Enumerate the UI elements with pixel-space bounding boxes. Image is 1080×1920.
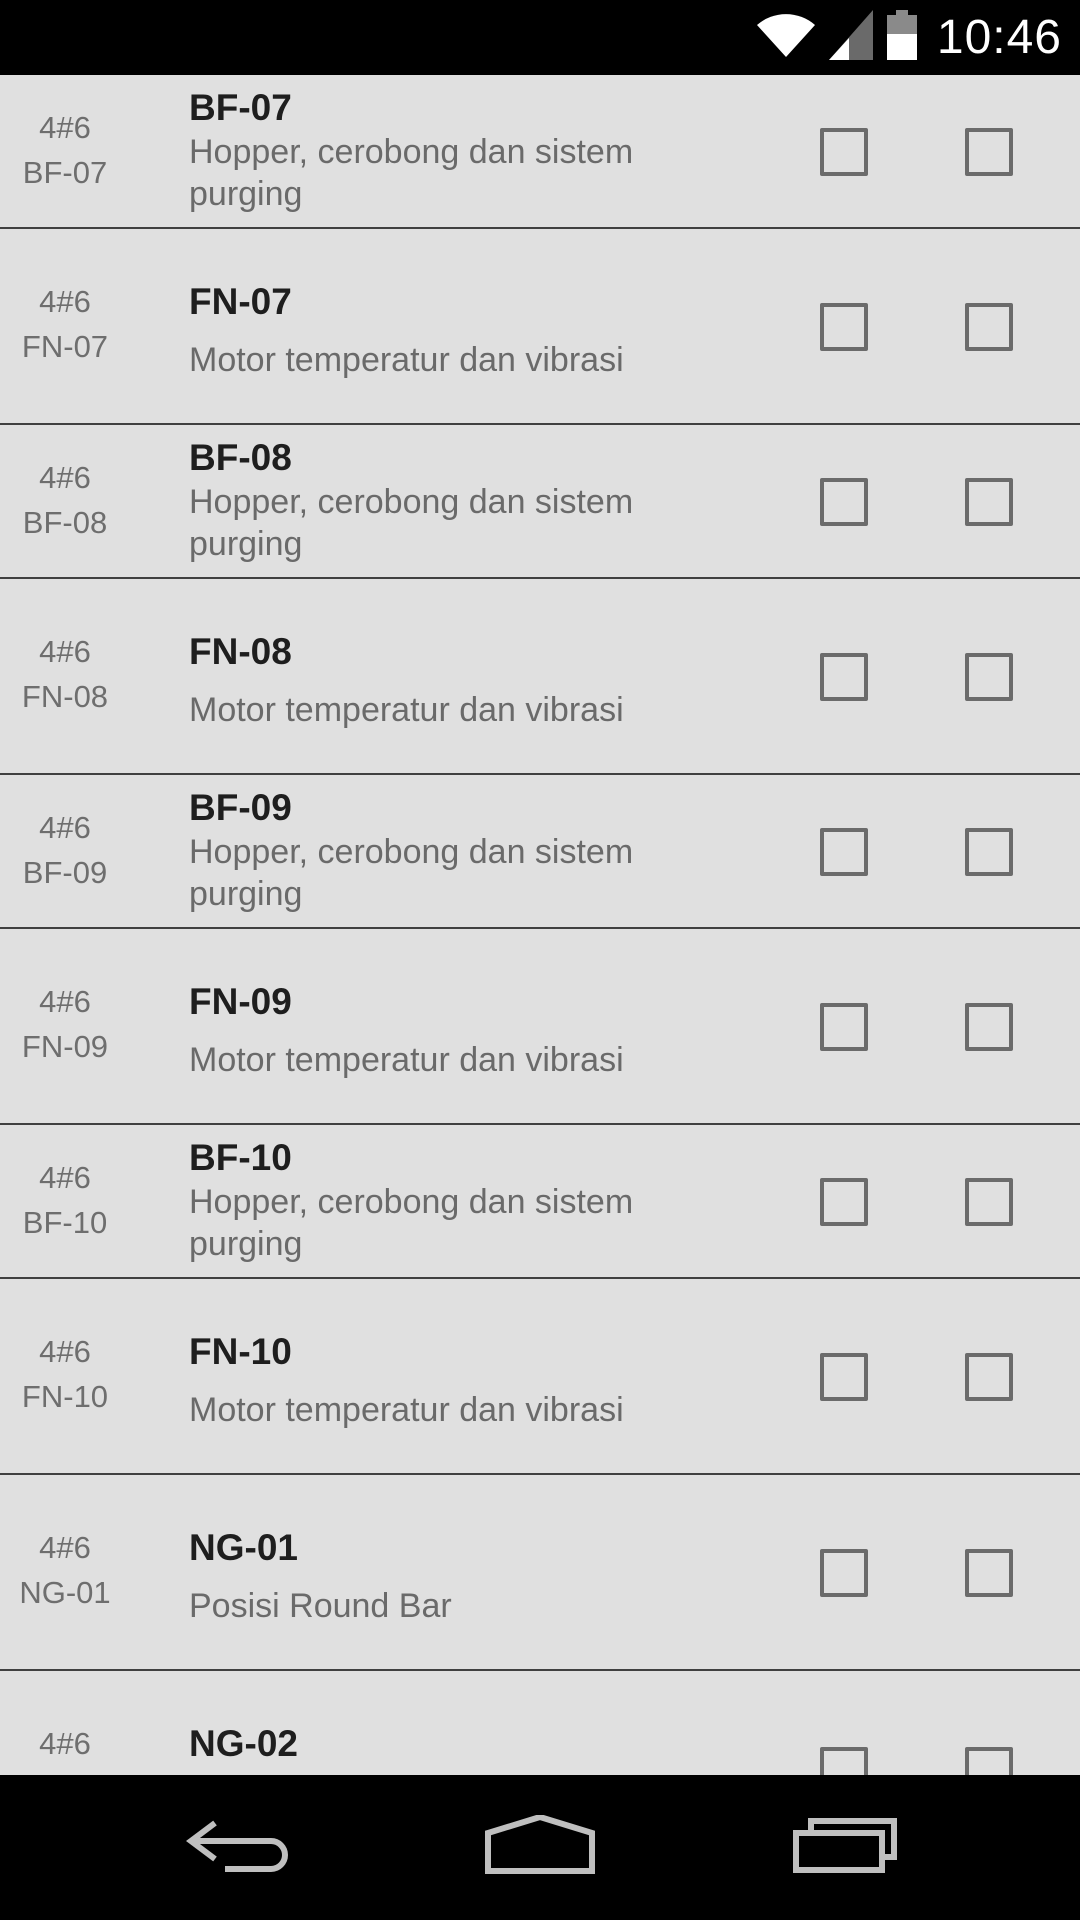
item-description: Hopper, cerobong dan sistem purging [189,1183,634,1263]
item-title: BF-10 [189,1137,292,1178]
list-item[interactable]: 4#6 BF-10 BF-10 Hopper, cerobong dan sistem… [0,1125,1080,1279]
checkbox-second[interactable] [965,128,1013,176]
item-description: Motor temperatur dan vibrasi [189,691,624,729]
checkbox-first[interactable] [820,828,868,876]
checkbox-first[interactable] [820,1549,868,1597]
home-icon [484,1813,596,1880]
recent-apps-icon [793,1817,897,1878]
item-location: 4#6 BF-07 [0,105,130,195]
checkbox-second[interactable] [965,1353,1013,1401]
code-label: NG-01 [19,1575,111,1610]
item-description: Posisi Round Bar [189,1587,452,1625]
item-description: Motor temperatur dan vibrasi [189,341,624,379]
list-item[interactable]: 4#6 NG-01 NG-01 Posisi Round Bar [0,1475,1080,1671]
item-title: FN-07 [189,281,292,322]
item-location: 4#6 FN-08 [0,629,130,719]
clock: 10:46 [936,11,1062,64]
item-description: Hopper, cerobong dan sistem purging [189,483,634,563]
checkbox-second[interactable] [965,1003,1013,1051]
item-description: Motor temperatur dan vibrasi [189,1391,624,1429]
checkbox-first[interactable] [820,478,868,526]
item-location: 4#6 FN-07 [0,279,130,369]
item-title: NG-01 [189,1527,298,1568]
code-label: BF-10 [22,1205,108,1240]
checkbox-second[interactable] [965,303,1013,351]
checkbox-first[interactable] [820,303,868,351]
item-title: NG-02 [189,1723,298,1764]
checkbox-second[interactable] [965,1549,1013,1597]
code-label: BF-08 [22,505,108,540]
checkbox-second[interactable] [965,653,1013,701]
item-location: 4#6 FN-09 [0,979,130,1069]
unit-label: 4#6 [39,810,91,845]
unit-label: 4#6 [39,1726,91,1761]
list-item[interactable]: 4#6 FN-10 FN-10 Motor temperatur dan vibras… [0,1279,1080,1475]
checkbox-second[interactable] [965,1178,1013,1226]
status-bar: 10:46 [0,0,1080,75]
item-title: FN-08 [189,631,292,672]
battery-icon [886,10,917,65]
list-item[interactable]: 4#6 BF-09 BF-09 Hopper, cerobong dan sistem… [0,775,1080,929]
checklist[interactable]: 4#6 BF-07 BF-07 Hopper, cerobong dan sistem… [0,75,1080,1775]
item-location: 4#6 [0,1721,130,1766]
list-item[interactable]: 4#6 BF-08 BF-08 Hopper, cerobong dan sistem… [0,425,1080,579]
item-location: 4#6 BF-08 [0,455,130,545]
unit-label: 4#6 [39,460,91,495]
item-location: 4#6 NG-01 [0,1525,130,1615]
status-icons: 10:46 [756,0,1062,75]
cell-signal-icon [828,10,873,65]
wifi-icon [756,13,815,62]
item-title: FN-09 [189,981,292,1022]
checkbox-first[interactable] [820,653,868,701]
unit-label: 4#6 [39,984,91,1019]
item-description: Motor temperatur dan vibrasi [189,1041,624,1079]
list-item[interactable]: 4#6 FN-08 FN-08 Motor temperatur dan vibras… [0,579,1080,775]
code-label: BF-09 [22,855,108,890]
item-title: BF-09 [189,787,292,828]
code-label: FN-07 [21,329,109,364]
code-label: BF-07 [22,155,108,190]
checkbox-second[interactable] [965,478,1013,526]
item-location: 4#6 FN-10 [0,1329,130,1419]
unit-label: 4#6 [39,634,91,669]
item-title: BF-07 [189,87,292,128]
item-title: FN-10 [189,1331,292,1372]
checkbox-second[interactable] [965,828,1013,876]
checkbox-first[interactable] [820,128,868,176]
recent-apps-button[interactable] [745,1775,945,1920]
home-button[interactable] [440,1775,640,1920]
back-button[interactable] [140,1775,340,1920]
unit-label: 4#6 [39,1334,91,1369]
unit-label: 4#6 [39,284,91,319]
list-item[interactable]: 4#6 NG-02 [0,1671,1080,1775]
checkbox-first[interactable] [820,1353,868,1401]
list-item[interactable]: 4#6 FN-09 FN-09 Motor temperatur dan vibras… [0,929,1080,1125]
item-location: 4#6 BF-09 [0,805,130,895]
item-title: BF-08 [189,437,292,478]
back-icon [185,1815,295,1880]
code-label: FN-10 [21,1379,109,1414]
checkbox-first[interactable] [820,1178,868,1226]
checkbox-first[interactable] [820,1747,868,1775]
item-description: Hopper, cerobong dan sistem purging [189,833,634,913]
checkbox-first[interactable] [820,1003,868,1051]
code-label: FN-09 [21,1029,109,1064]
unit-label: 4#6 [39,110,91,145]
code-label: FN-08 [21,679,109,714]
unit-label: 4#6 [39,1160,91,1195]
item-location: 4#6 BF-10 [0,1155,130,1245]
checkbox-second[interactable] [965,1747,1013,1775]
list-item[interactable]: 4#6 FN-07 FN-07 Motor temperatur dan vibras… [0,229,1080,425]
item-description: Hopper, cerobong dan sistem purging [189,133,634,213]
unit-label: 4#6 [39,1530,91,1565]
list-item[interactable]: 4#6 BF-07 BF-07 Hopper, cerobong dan sistem… [0,75,1080,229]
navigation-bar [0,1775,1080,1920]
